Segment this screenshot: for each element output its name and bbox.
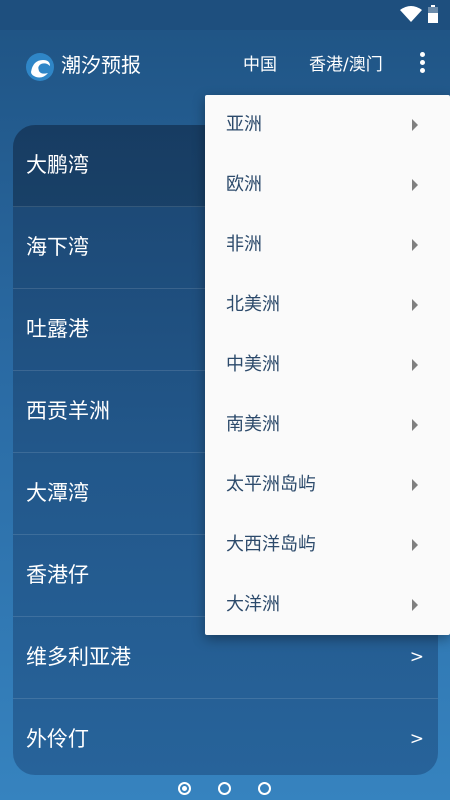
more-vert-icon[interactable] (417, 52, 427, 78)
list-item-label: 西贡羊洲 (26, 399, 110, 423)
menu-item-label: 欧洲 (226, 174, 262, 195)
menu-item-label: 南美洲 (226, 414, 280, 435)
menu-item-label: 中美洲 (226, 354, 280, 375)
list-item-label: 维多利亚港 (26, 645, 131, 669)
app-title: 潮汐预报 (61, 53, 141, 77)
wifi-icon (400, 6, 422, 22)
menu-item-label: 太平洲岛屿 (226, 474, 316, 495)
menu-item-pacific-islands[interactable]: 太平洲岛屿 (205, 455, 450, 515)
submenu-arrow-icon (412, 359, 418, 371)
list-item-label: 大潭湾 (26, 481, 89, 505)
menu-item-central-america[interactable]: 中美洲 (205, 335, 450, 395)
list-item[interactable]: 外伶仃 > (13, 699, 438, 775)
list-item-label: 吐露港 (26, 317, 89, 341)
menu-item-label: 非洲 (226, 234, 262, 255)
app-bar: 潮汐预报 中国 香港/澳门 (0, 30, 450, 100)
list-item-label: 大鹏湾 (26, 153, 89, 177)
submenu-arrow-icon (412, 179, 418, 191)
submenu-arrow-icon (412, 119, 418, 131)
submenu-arrow-icon (412, 239, 418, 251)
menu-item-europe[interactable]: 欧洲 (205, 155, 450, 215)
menu-item-africa[interactable]: 非洲 (205, 215, 450, 275)
list-item-label: 海下湾 (26, 235, 89, 259)
submenu-arrow-icon (412, 299, 418, 311)
menu-item-label: 北美洲 (226, 294, 280, 315)
page-dot[interactable] (218, 782, 231, 795)
menu-item-south-america[interactable]: 南美洲 (205, 395, 450, 455)
list-item-label: 香港仔 (26, 563, 89, 587)
chevron-right-icon: > (409, 729, 424, 749)
submenu-arrow-icon (412, 419, 418, 431)
submenu-arrow-icon (412, 599, 418, 611)
status-bar (0, 0, 450, 30)
menu-item-oceania[interactable]: 大洋洲 (205, 575, 450, 635)
menu-item-label: 亚洲 (226, 114, 262, 135)
chevron-right-icon: > (409, 647, 424, 667)
submenu-arrow-icon (412, 479, 418, 491)
menu-item-label: 大西洋岛屿 (226, 534, 316, 555)
menu-item-asia[interactable]: 亚洲 (205, 95, 450, 155)
menu-item-north-america[interactable]: 北美洲 (205, 275, 450, 335)
page-dot[interactable] (258, 782, 271, 795)
page-indicator (0, 780, 450, 796)
region-dropdown-menu: 亚洲 欧洲 非洲 北美洲 中美洲 南美洲 太平洲岛屿 大西洋岛屿 大洋洲 (205, 95, 450, 635)
wave-logo-icon (26, 53, 54, 81)
submenu-arrow-icon (412, 539, 418, 551)
tab-hongkong-macau[interactable]: 香港/澳门 (309, 54, 383, 76)
menu-item-atlantic-islands[interactable]: 大西洋岛屿 (205, 515, 450, 575)
page-dot-active[interactable] (178, 782, 191, 795)
list-item-label: 外伶仃 (26, 727, 89, 751)
menu-item-label: 大洋洲 (226, 594, 280, 615)
tab-china[interactable]: 中国 (243, 54, 277, 76)
battery-icon (428, 5, 438, 23)
